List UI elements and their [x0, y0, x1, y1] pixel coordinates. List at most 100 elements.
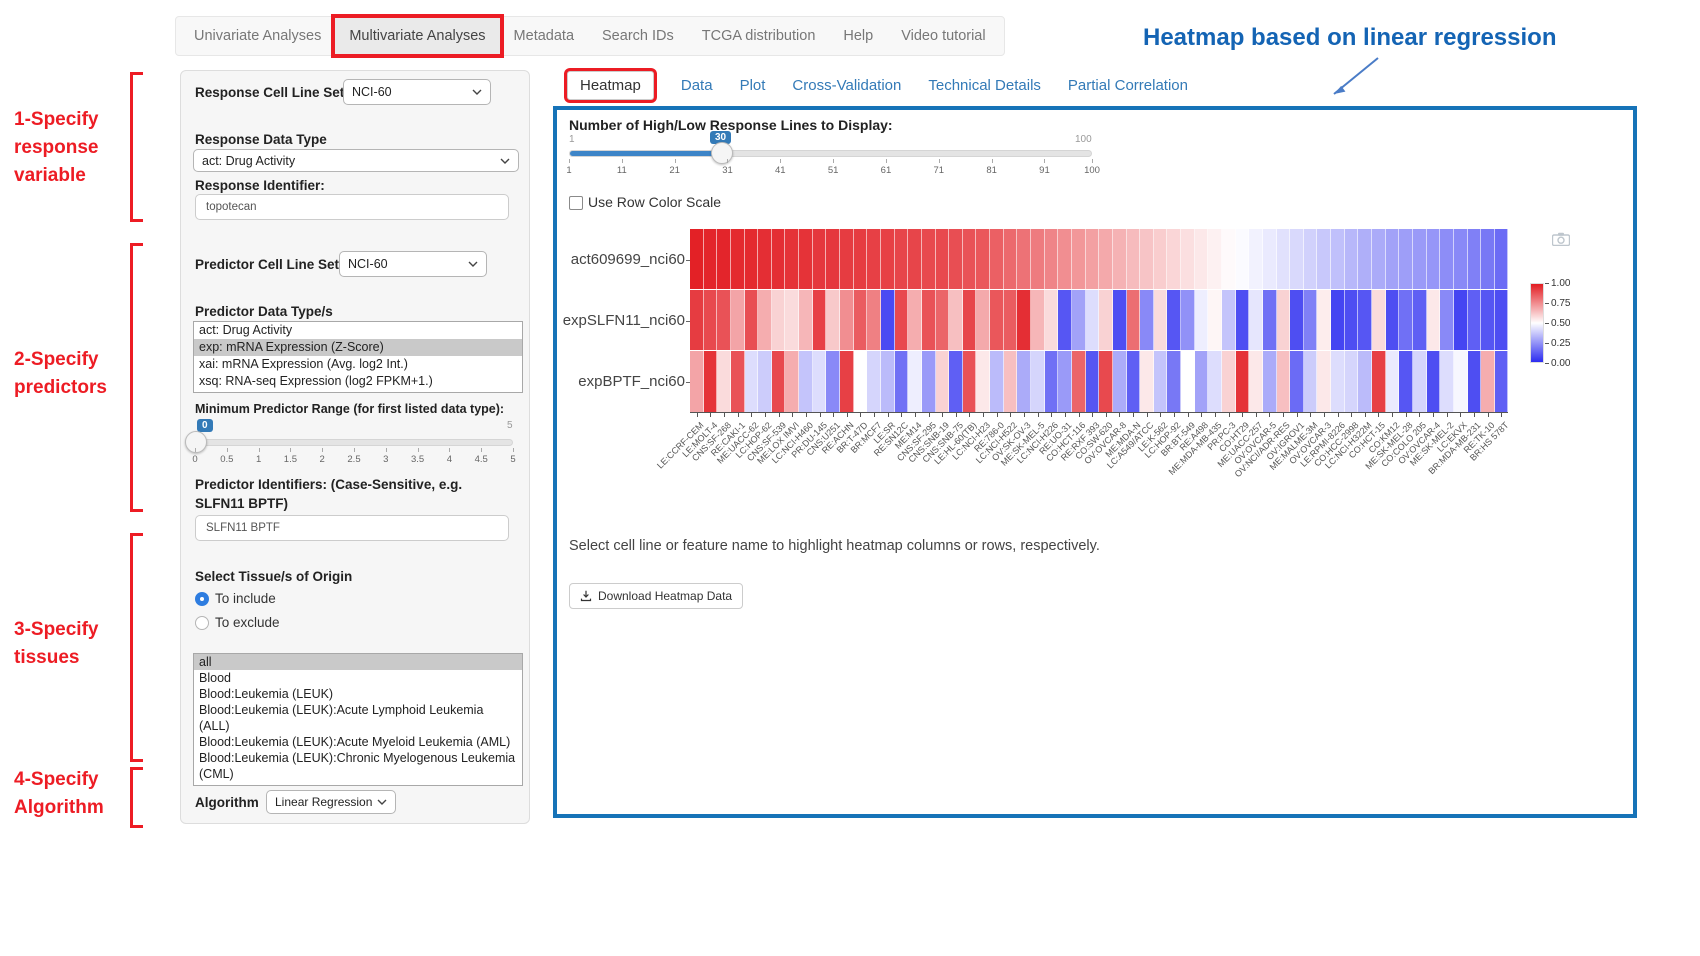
heatmap-cell[interactable] — [922, 351, 936, 412]
heatmap-cell[interactable] — [854, 229, 868, 289]
heatmap-cell[interactable] — [976, 351, 990, 412]
heatmap-cell[interactable] — [785, 229, 799, 289]
heatmap-cell[interactable] — [922, 229, 936, 289]
heatmap-cell[interactable] — [1195, 290, 1209, 350]
nav-item-metadata[interactable]: Metadata — [500, 18, 588, 54]
heatmap-cell[interactable] — [745, 229, 759, 289]
heatmap-cell[interactable] — [1045, 229, 1059, 289]
heatmap-cell[interactable] — [840, 351, 854, 412]
heatmap-cell[interactable] — [1140, 351, 1154, 412]
heatmap-cell[interactable] — [854, 290, 868, 350]
heatmap-cell[interactable] — [1167, 229, 1181, 289]
tissue-include-radio[interactable] — [195, 592, 209, 606]
heatmap-cell[interactable] — [1427, 351, 1441, 412]
heatmap-cell[interactable] — [1113, 351, 1127, 412]
heatmap-cell[interactable] — [1304, 229, 1318, 289]
heatmap-cell[interactable] — [1086, 229, 1100, 289]
heatmap-cell[interactable] — [1249, 229, 1263, 289]
tab-technical-details[interactable]: Technical Details — [928, 77, 1041, 94]
heatmap-cell[interactable] — [1058, 290, 1072, 350]
heatmap-cell[interactable] — [1208, 351, 1222, 412]
heatmap-cell[interactable] — [867, 351, 881, 412]
heatmap-cell[interactable] — [1481, 351, 1495, 412]
download-heatmap-button[interactable]: Download Heatmap Data — [569, 583, 743, 609]
heatmap-cell[interactable] — [785, 351, 799, 412]
heatmap-cell[interactable] — [772, 351, 786, 412]
heatmap-cell[interactable] — [1386, 290, 1400, 350]
heatmap-cell[interactable] — [717, 290, 731, 350]
heatmap-cell[interactable] — [1454, 290, 1468, 350]
heatmap-cell[interactable] — [1317, 229, 1331, 289]
predictor-identifiers-input[interactable] — [195, 515, 509, 541]
heatmap-cell[interactable] — [1331, 351, 1345, 412]
heatmap-cell[interactable] — [1249, 290, 1263, 350]
heatmap-cell[interactable] — [1345, 290, 1359, 350]
predictor-option-act-drug-activity[interactable]: act: Drug Activity — [194, 322, 522, 339]
heatmap-cell[interactable] — [1263, 290, 1277, 350]
heatmap-cell[interactable] — [990, 290, 1004, 350]
heatmap-cell[interactable] — [1481, 290, 1495, 350]
heatmap-cell[interactable] — [1290, 290, 1304, 350]
heatmap-row-label-act609699-nci60[interactable]: act609699_nci60 — [557, 251, 685, 268]
heatmap-cell[interactable] — [1331, 229, 1345, 289]
heatmap-cell[interactable] — [1495, 351, 1509, 412]
heatmap-cell[interactable] — [1399, 229, 1413, 289]
tab-cross-validation[interactable]: Cross-Validation — [792, 77, 901, 94]
heatmap-cell[interactable] — [758, 229, 772, 289]
heatmap-cell[interactable] — [1086, 351, 1100, 412]
heatmap-cell[interactable] — [1127, 290, 1141, 350]
algorithm-select[interactable]: Linear Regression — [266, 790, 396, 814]
tissue-option-blood[interactable]: Blood — [194, 670, 522, 686]
heatmap-cell[interactable] — [1317, 290, 1331, 350]
heatmap-cell[interactable] — [881, 351, 895, 412]
heatmap-cell[interactable] — [1140, 229, 1154, 289]
heatmap-cell[interactable] — [908, 229, 922, 289]
heatmap-cell[interactable] — [1195, 229, 1209, 289]
heatmap-cell[interactable] — [1345, 229, 1359, 289]
response-data-type-select[interactable]: act: Drug Activity — [193, 149, 519, 172]
response-identifier-input[interactable] — [195, 194, 509, 220]
heatmap-cell[interactable] — [1031, 290, 1045, 350]
heatmap-cell[interactable] — [1372, 351, 1386, 412]
heatmap-cell[interactable] — [1345, 351, 1359, 412]
heatmap-cell[interactable] — [922, 290, 936, 350]
predictor-option-xai-mrna-expression-avg-log2-int[interactable]: xai: mRNA Expression (Avg. log2 Int.) — [194, 356, 522, 373]
heatmap-cell[interactable] — [1140, 290, 1154, 350]
heatmap-cell[interactable] — [990, 351, 1004, 412]
heatmap-cell[interactable] — [704, 351, 718, 412]
heatmap-cell[interactable] — [1304, 351, 1318, 412]
heatmap-cell[interactable] — [1495, 229, 1509, 289]
heatmap-cell[interactable] — [881, 290, 895, 350]
heatmap-cell[interactable] — [840, 229, 854, 289]
heatmap-cell[interactable] — [1181, 229, 1195, 289]
heatmap-cell[interactable] — [895, 351, 909, 412]
heatmap-cell[interactable] — [717, 351, 731, 412]
heatmap-cell[interactable] — [1277, 290, 1291, 350]
heatmap-cell[interactable] — [949, 229, 963, 289]
nav-item-help[interactable]: Help — [829, 18, 887, 54]
heatmap-cell[interactable] — [1427, 229, 1441, 289]
heatmap-cell[interactable] — [1017, 229, 1031, 289]
heatmap-cell[interactable] — [1236, 229, 1250, 289]
heatmap-cell[interactable] — [1099, 351, 1113, 412]
heatmap-cell[interactable] — [1386, 351, 1400, 412]
heatmap-cell[interactable] — [704, 229, 718, 289]
heatmap-cell[interactable] — [745, 351, 759, 412]
predictor-data-types-listbox[interactable]: act: Drug Activityexp: mRNA Expression (… — [193, 321, 523, 393]
nav-item-multivariate-analyses[interactable]: Multivariate Analyses — [335, 18, 499, 54]
heatmap-cell[interactable] — [963, 229, 977, 289]
heatmap-cell[interactable] — [772, 290, 786, 350]
heatmap-cell[interactable] — [1208, 229, 1222, 289]
heatmap-cell[interactable] — [1468, 290, 1482, 350]
heatmap-cell[interactable] — [1017, 351, 1031, 412]
heatmap-cell[interactable] — [936, 290, 950, 350]
heatmap-cell[interactable] — [690, 290, 704, 350]
heatmap-cell[interactable] — [1045, 290, 1059, 350]
heatmap-cell[interactable] — [1072, 229, 1086, 289]
heatmap-cell[interactable] — [976, 229, 990, 289]
heatmap-cell[interactable] — [1317, 351, 1331, 412]
heatmap-cell[interactable] — [949, 290, 963, 350]
heatmap-cell[interactable] — [963, 290, 977, 350]
heatmap-cell[interactable] — [908, 351, 922, 412]
heatmap-cell[interactable] — [1481, 229, 1495, 289]
